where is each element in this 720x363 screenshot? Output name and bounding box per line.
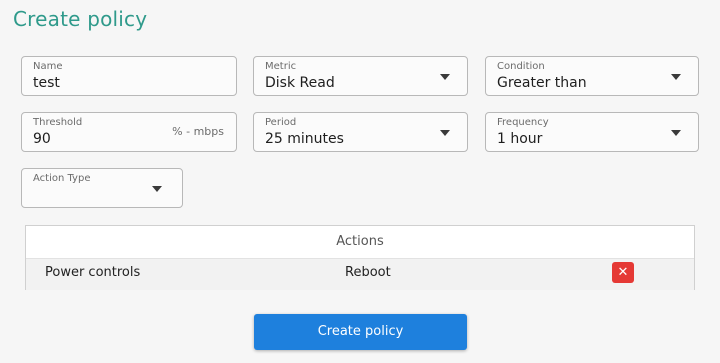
chevron-down-icon[interactable]	[671, 130, 681, 136]
table-row: Power controls Reboot ✕	[26, 258, 694, 290]
action-type-select-label: Action Type	[33, 173, 91, 184]
name-field[interactable]: Name test	[21, 56, 237, 96]
create-policy-button[interactable]: Create policy	[254, 314, 467, 350]
period-select[interactable]: Period 25 minutes	[253, 112, 468, 152]
threshold-unit-suffix: % - mbps	[172, 125, 224, 138]
period-select-value: 25 minutes	[265, 131, 344, 147]
chevron-down-icon[interactable]	[440, 74, 450, 80]
actions-table-header: Actions	[336, 234, 384, 249]
condition-select-value: Greater than	[497, 75, 587, 91]
actions-table: Actions Power controls Reboot ✕	[25, 225, 695, 290]
threshold-field-label: Threshold	[33, 117, 83, 128]
chevron-down-icon[interactable]	[152, 186, 162, 192]
action-type-cell: Power controls	[45, 265, 141, 280]
action-type-select[interactable]: Action Type	[21, 168, 183, 208]
frequency-select-label: Frequency	[497, 117, 549, 128]
metric-select-label: Metric	[265, 61, 297, 72]
chevron-down-icon[interactable]	[440, 130, 450, 136]
close-icon: ✕	[617, 265, 629, 280]
metric-select-value: Disk Read	[265, 75, 335, 91]
condition-select-label: Condition	[497, 61, 545, 72]
period-select-label: Period	[265, 117, 297, 128]
chevron-down-icon[interactable]	[671, 74, 681, 80]
name-field-value[interactable]: test	[33, 74, 60, 92]
metric-select[interactable]: Metric Disk Read	[253, 56, 468, 96]
threshold-field[interactable]: Threshold 90 % - mbps	[21, 112, 237, 152]
action-cell: Reboot	[345, 265, 391, 280]
frequency-select-value: 1 hour	[497, 131, 543, 147]
condition-select[interactable]: Condition Greater than	[485, 56, 699, 96]
name-field-label: Name	[33, 61, 63, 72]
frequency-select[interactable]: Frequency 1 hour	[485, 112, 699, 152]
page-title: Create policy	[13, 7, 148, 31]
delete-action-button[interactable]: ✕	[612, 262, 634, 283]
threshold-field-value[interactable]: 90	[33, 130, 51, 148]
